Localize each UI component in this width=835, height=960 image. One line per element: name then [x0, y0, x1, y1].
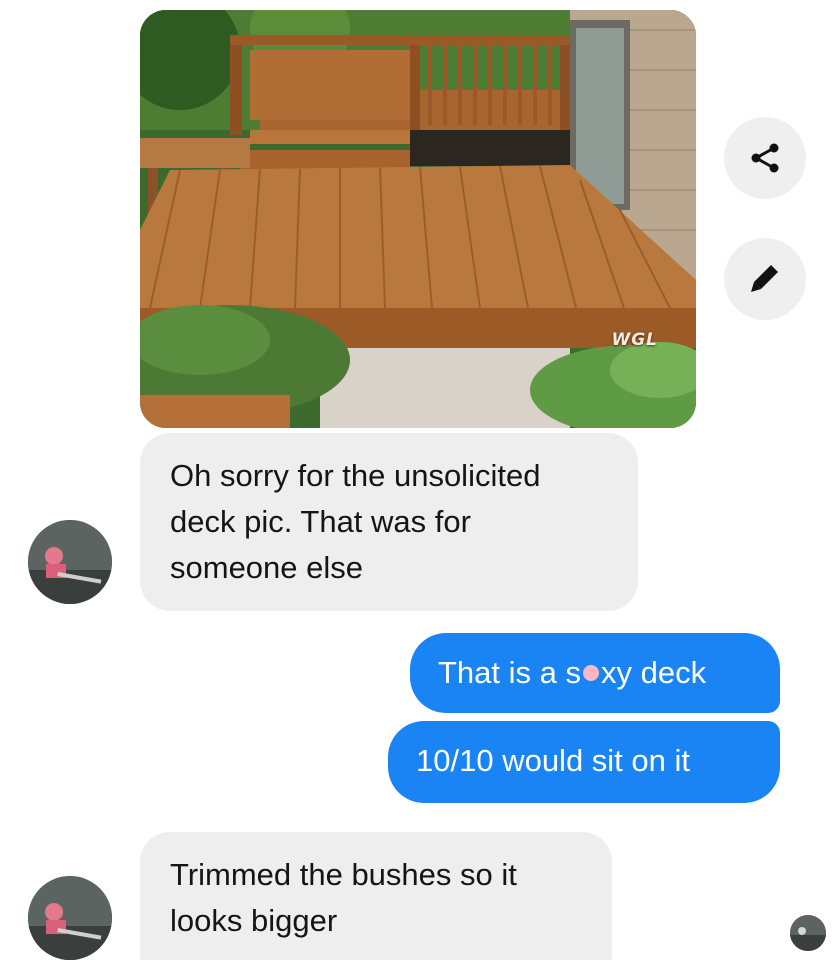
outgoing-message[interactable]: That is a s xy deck: [410, 633, 780, 713]
incoming-message[interactable]: Oh sorry for the unsolicited deck pic. T…: [140, 433, 638, 611]
outgoing-message[interactable]: 10/10 would sit on it: [388, 721, 780, 803]
message-line: Trimmed the bushes so it: [170, 857, 517, 892]
share-icon: [751, 143, 779, 173]
message-line: looks bigger: [170, 903, 338, 938]
contact-avatar[interactable]: [28, 520, 112, 604]
pencil-icon: [751, 265, 778, 292]
deck-photo-illustration: [140, 10, 696, 428]
message-line: someone else: [170, 550, 364, 585]
message-text: 10/10 would sit on it: [416, 743, 691, 778]
seen-avatar-photo: [790, 915, 826, 951]
message-line: deck pic. That was for: [170, 504, 471, 539]
share-button[interactable]: [724, 117, 806, 199]
seen-avatar: [790, 915, 826, 951]
contact-avatar[interactable]: [28, 876, 112, 960]
edit-button[interactable]: [724, 238, 806, 320]
watermark: WGL: [611, 330, 658, 350]
message-line: Oh sorry for the unsolicited: [170, 458, 541, 493]
message-text-end: xy deck: [601, 655, 707, 690]
incoming-message[interactable]: Trimmed the bushes so it looks bigger: [140, 832, 612, 960]
shared-photo[interactable]: WGL: [140, 10, 696, 428]
message-text-start: That is a s: [438, 655, 581, 690]
pink-dot-icon: [583, 665, 599, 681]
avatar-photo: [28, 876, 112, 960]
avatar-photo: [28, 520, 112, 604]
